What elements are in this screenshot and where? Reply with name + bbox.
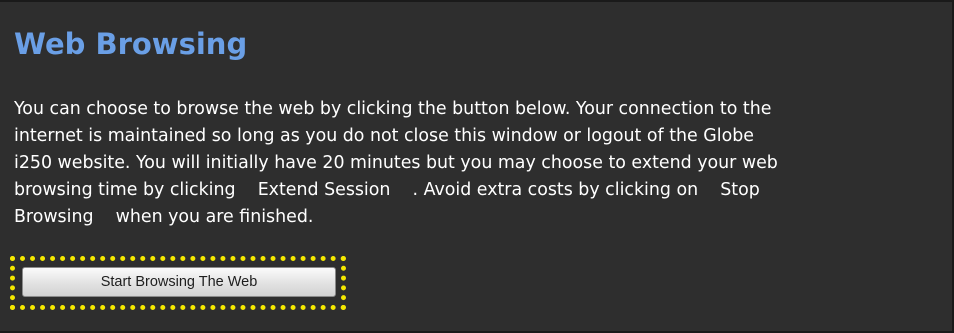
instructions-line: internet is maintained so long as you do… <box>14 126 754 146</box>
start-browsing-button[interactable]: Start Browsing The Web <box>22 267 336 297</box>
web-browsing-panel: Web Browsing You can choose to browse th… <box>0 0 954 333</box>
instructions-line: browsing time by clicking Extend Session… <box>14 180 760 200</box>
instructions-line: i250 website. You will initially have 20… <box>14 153 778 173</box>
panel-title: Web Browsing <box>14 27 248 61</box>
instructions-line: You can choose to browse the web by clic… <box>14 99 772 119</box>
instructions-paragraph: You can choose to browse the web by clic… <box>14 96 934 231</box>
instructions-line: Browsing when you are finished. <box>14 207 314 227</box>
